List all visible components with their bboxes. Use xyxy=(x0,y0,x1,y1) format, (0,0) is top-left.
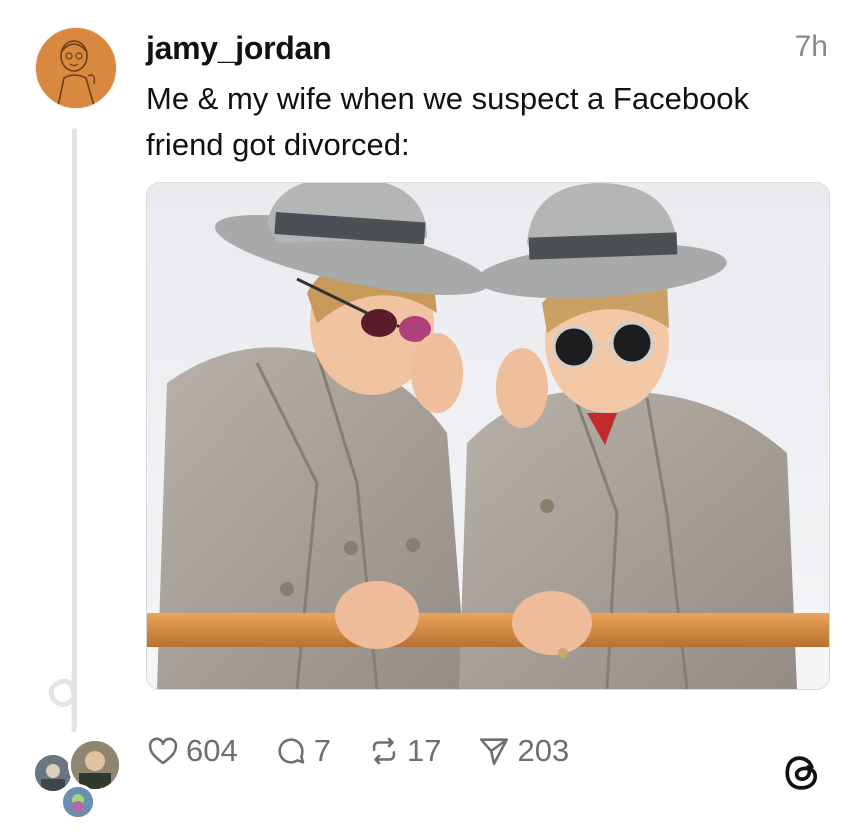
threads-logo-icon[interactable] xyxy=(782,752,824,794)
thread-post: jamy_jordan 7h Me & my wife when we susp… xyxy=(0,0,850,836)
send-icon xyxy=(480,738,509,766)
repost-count: 17 xyxy=(406,733,442,768)
photo-two-kids-detectives xyxy=(147,183,829,689)
like-count: 604 xyxy=(186,733,238,768)
share-button[interactable]: 203 xyxy=(477,733,569,769)
thread-loop-icon xyxy=(48,672,77,732)
post-timestamp: 7h xyxy=(794,30,828,63)
reply-avatar xyxy=(60,784,96,820)
post-image[interactable] xyxy=(146,182,830,690)
thread-connector-line xyxy=(72,128,77,728)
action-bar: 604 7 17 203 xyxy=(146,728,605,774)
post-text-line: Me & my wife when we suspect a Facebook xyxy=(146,81,750,116)
like-button[interactable]: 604 xyxy=(146,733,238,769)
post-text: Me & my wife when we suspect a Facebook … xyxy=(146,76,826,168)
comment-count: 7 xyxy=(313,733,331,768)
author-username[interactable]: jamy_jordan xyxy=(146,30,332,67)
heart-icon xyxy=(148,737,178,765)
repost-icon xyxy=(372,737,396,765)
repost-button[interactable]: 17 xyxy=(367,733,441,769)
avatar-sketch-icon xyxy=(36,28,116,108)
post-text-line: friend got divorced: xyxy=(146,127,410,162)
share-count: 203 xyxy=(517,733,570,768)
comment-bubble-icon xyxy=(278,738,305,764)
reply-avatars[interactable] xyxy=(30,738,122,820)
author-avatar[interactable] xyxy=(36,28,116,108)
comment-button[interactable]: 7 xyxy=(274,733,331,769)
